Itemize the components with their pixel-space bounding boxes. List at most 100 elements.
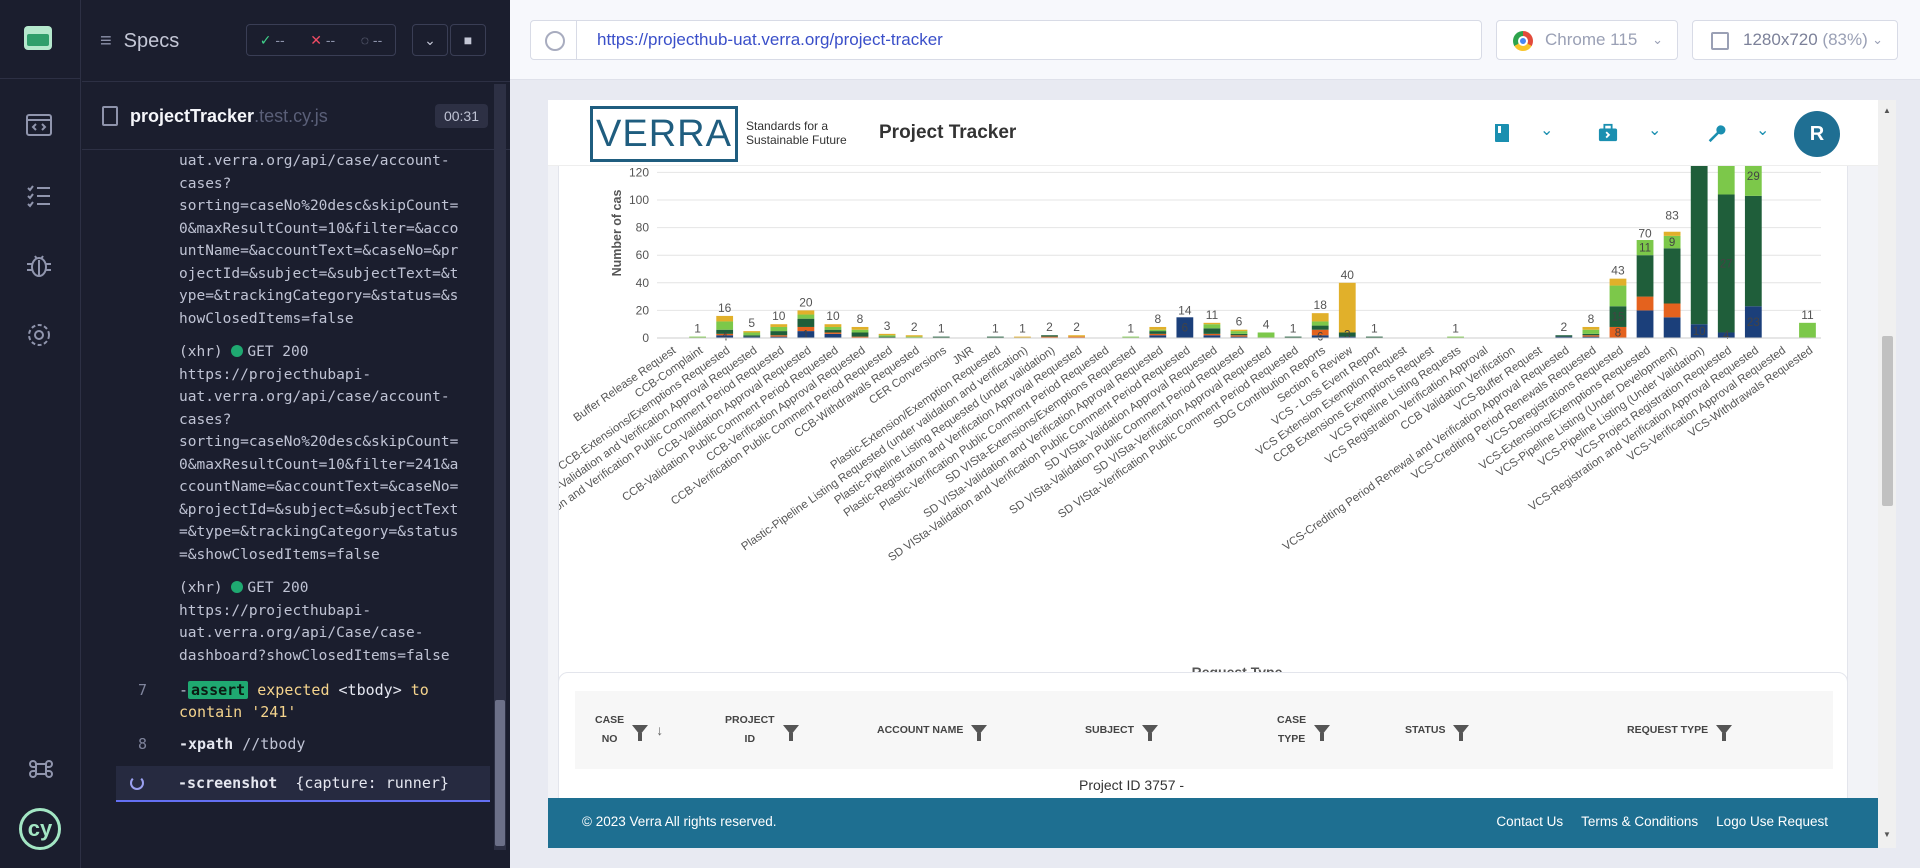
chevron-down-icon[interactable]: ⌄ [1756, 120, 1769, 140]
log-line: ype=&trackingCategory=&status=&s [179, 288, 459, 304]
sort-arrow-down-icon[interactable]: ↓ [656, 722, 663, 738]
debug-bug-icon[interactable] [24, 250, 54, 280]
y-axis-label: Number of cas [610, 190, 624, 277]
bar-segment [1041, 335, 1058, 337]
url-bar[interactable]: https://projecthub-uat.verra.org/project… [530, 20, 1482, 60]
scroll-down-icon[interactable]: ▼ [1883, 830, 1891, 839]
bar-segment [1203, 328, 1221, 334]
xhr-log-entry[interactable]: (xhr) GET 200 https://projecthubapi- uat… [82, 341, 494, 566]
tagline-line: Sustainable Future [746, 133, 847, 147]
command-number: 7 [138, 681, 148, 699]
filter-icon[interactable] [782, 725, 799, 741]
bar-total-label: 5 [748, 316, 755, 330]
log-line: ccountName=&accountText=&caseNo= [179, 479, 459, 495]
y-tick-label: 20 [636, 303, 650, 317]
browser-selector[interactable]: Chrome 115 ⌄ [1496, 20, 1678, 60]
log-line: https://projecthubapi- [179, 602, 372, 619]
bar-segment [1663, 231, 1681, 236]
page-title: Project Tracker [879, 122, 1017, 143]
assert-command[interactable]: 7 - assert expected <tbody> to contain '2… [82, 679, 494, 723]
log-line: =&type=&trackingCategory=&status [179, 524, 459, 540]
bar-segment [1609, 285, 1627, 307]
wrench-icon[interactable] [1706, 122, 1726, 144]
specs-toggle[interactable]: ≡ Specs [100, 30, 179, 53]
bar-total-label: 8 [1588, 312, 1595, 326]
xhr-label: (xhr) [179, 344, 223, 360]
scroll-up-icon[interactable]: ▲ [1883, 106, 1891, 115]
url-text[interactable]: https://projecthub-uat.verra.org/project… [597, 30, 943, 50]
filter-icon[interactable] [632, 725, 649, 741]
stop-button[interactable]: ■ [450, 24, 486, 56]
logo-tagline: Standards for a Sustainable Future [746, 119, 847, 147]
chevron-down-icon[interactable]: ⌄ [1540, 120, 1553, 140]
bar-segment-label: 4 [1723, 330, 1730, 342]
xhr-label: (xhr) [179, 580, 223, 596]
filter-icon[interactable] [1716, 725, 1733, 741]
bar-total-label: 8 [857, 312, 864, 326]
app-under-test: https://projecthub-uat.verra.org/project… [510, 0, 1920, 868]
bar-segment [851, 326, 869, 330]
bar-segment [824, 329, 842, 333]
bar-total-label: 1 [1019, 322, 1026, 336]
bar-segment [1582, 329, 1600, 334]
verra-logo[interactable]: VERRA [590, 106, 738, 162]
running-command[interactable]: -screenshot {capture: runner} [116, 766, 490, 802]
keyboard-shortcuts-icon[interactable] [26, 754, 56, 784]
xpath-command[interactable]: 8 -xpath //tbody [82, 733, 494, 755]
command-log-scrollbar[interactable] [494, 84, 506, 850]
filter-icon[interactable] [971, 725, 988, 741]
bar-segment-label: 9 [1669, 237, 1675, 249]
specs-nav-icon[interactable] [24, 110, 54, 140]
scrollbar-thumb[interactable] [495, 700, 505, 846]
pending-count: -- [372, 32, 383, 48]
chevron-down-icon[interactable]: ⌄ [1648, 120, 1661, 140]
app-iframe: 0 20 40 60 80 100 120 Number of cas Buffer Relea… [548, 100, 1896, 848]
bar-total-label: 3 [884, 319, 891, 333]
bar-segment [1636, 255, 1654, 297]
bar-segment [1230, 335, 1248, 337]
column-account-name: ACCOUNT NAME [877, 691, 988, 769]
filter-icon[interactable] [1453, 725, 1470, 741]
specs-header: ≡ Specs ✓ -- ✕ -- ◌ -- ⌄ ■ [82, 0, 510, 82]
passed-count: -- [275, 31, 285, 48]
bar-segment [770, 326, 788, 332]
y-tick-label: 80 [636, 221, 650, 235]
scrollbar-thumb[interactable] [1882, 336, 1893, 506]
bar-segment [1149, 329, 1167, 332]
auto-scroll-chevron-icon[interactable]: ⌄ [412, 24, 448, 56]
terms-link[interactable]: Terms & Conditions [1581, 814, 1698, 829]
bar-total-label: 18 [1314, 298, 1328, 312]
app-scrollbar[interactable]: ▲ ▼ [1878, 100, 1896, 848]
selector-playground-target-icon[interactable] [531, 21, 577, 59]
spec-file-bar: projectTracker.test.cy.js 00:31 [82, 82, 510, 150]
bar-segment-label: 29 [1747, 171, 1760, 183]
assert-tag: <tbody> [338, 681, 402, 699]
contact-us-link[interactable]: Contact Us [1496, 814, 1563, 829]
command-log-panel: ≡ Specs ✓ -- ✕ -- ◌ -- ⌄ ■ projectTracke… [82, 0, 510, 868]
bar-total-label: 1 [992, 322, 999, 336]
runs-nav-icon[interactable] [24, 180, 54, 210]
bar-segment [1690, 165, 1708, 325]
filter-icon[interactable] [1142, 725, 1159, 741]
app-icon[interactable] [24, 26, 52, 50]
briefcase-icon[interactable] [1598, 122, 1618, 144]
assert-text: contain [179, 703, 243, 721]
book-icon[interactable] [1492, 122, 1512, 144]
bar-segment [716, 321, 734, 330]
stacked-bar-chart: 020406080100120Number of casBuffer Relea… [559, 141, 1821, 680]
bar-segment-label: 15 [1612, 312, 1625, 324]
logo-use-link[interactable]: Logo Use Request [1716, 814, 1828, 829]
settings-gear-icon[interactable] [24, 320, 54, 350]
bar-total-label: 1 [1452, 322, 1459, 336]
column-label: PROJECT [725, 714, 775, 726]
user-avatar[interactable]: R [1794, 111, 1840, 157]
bar-segment [1149, 331, 1167, 334]
bar-segment [1149, 326, 1167, 330]
xhr-log-entry[interactable]: (xhr) GET 200 https://projecthubapi- uat… [82, 577, 494, 667]
log-line: dashboard?showClosedItems=false [179, 647, 450, 664]
filter-icon[interactable] [1314, 725, 1331, 741]
bar-segment [1257, 332, 1275, 338]
log-line: howClosedItems=false [179, 310, 354, 327]
viewport-selector[interactable]: 1280x720 (83%) ⌄ [1692, 20, 1898, 60]
log-entry-url[interactable]: uat.verra.org/api/case/account- cases? s… [82, 150, 494, 330]
